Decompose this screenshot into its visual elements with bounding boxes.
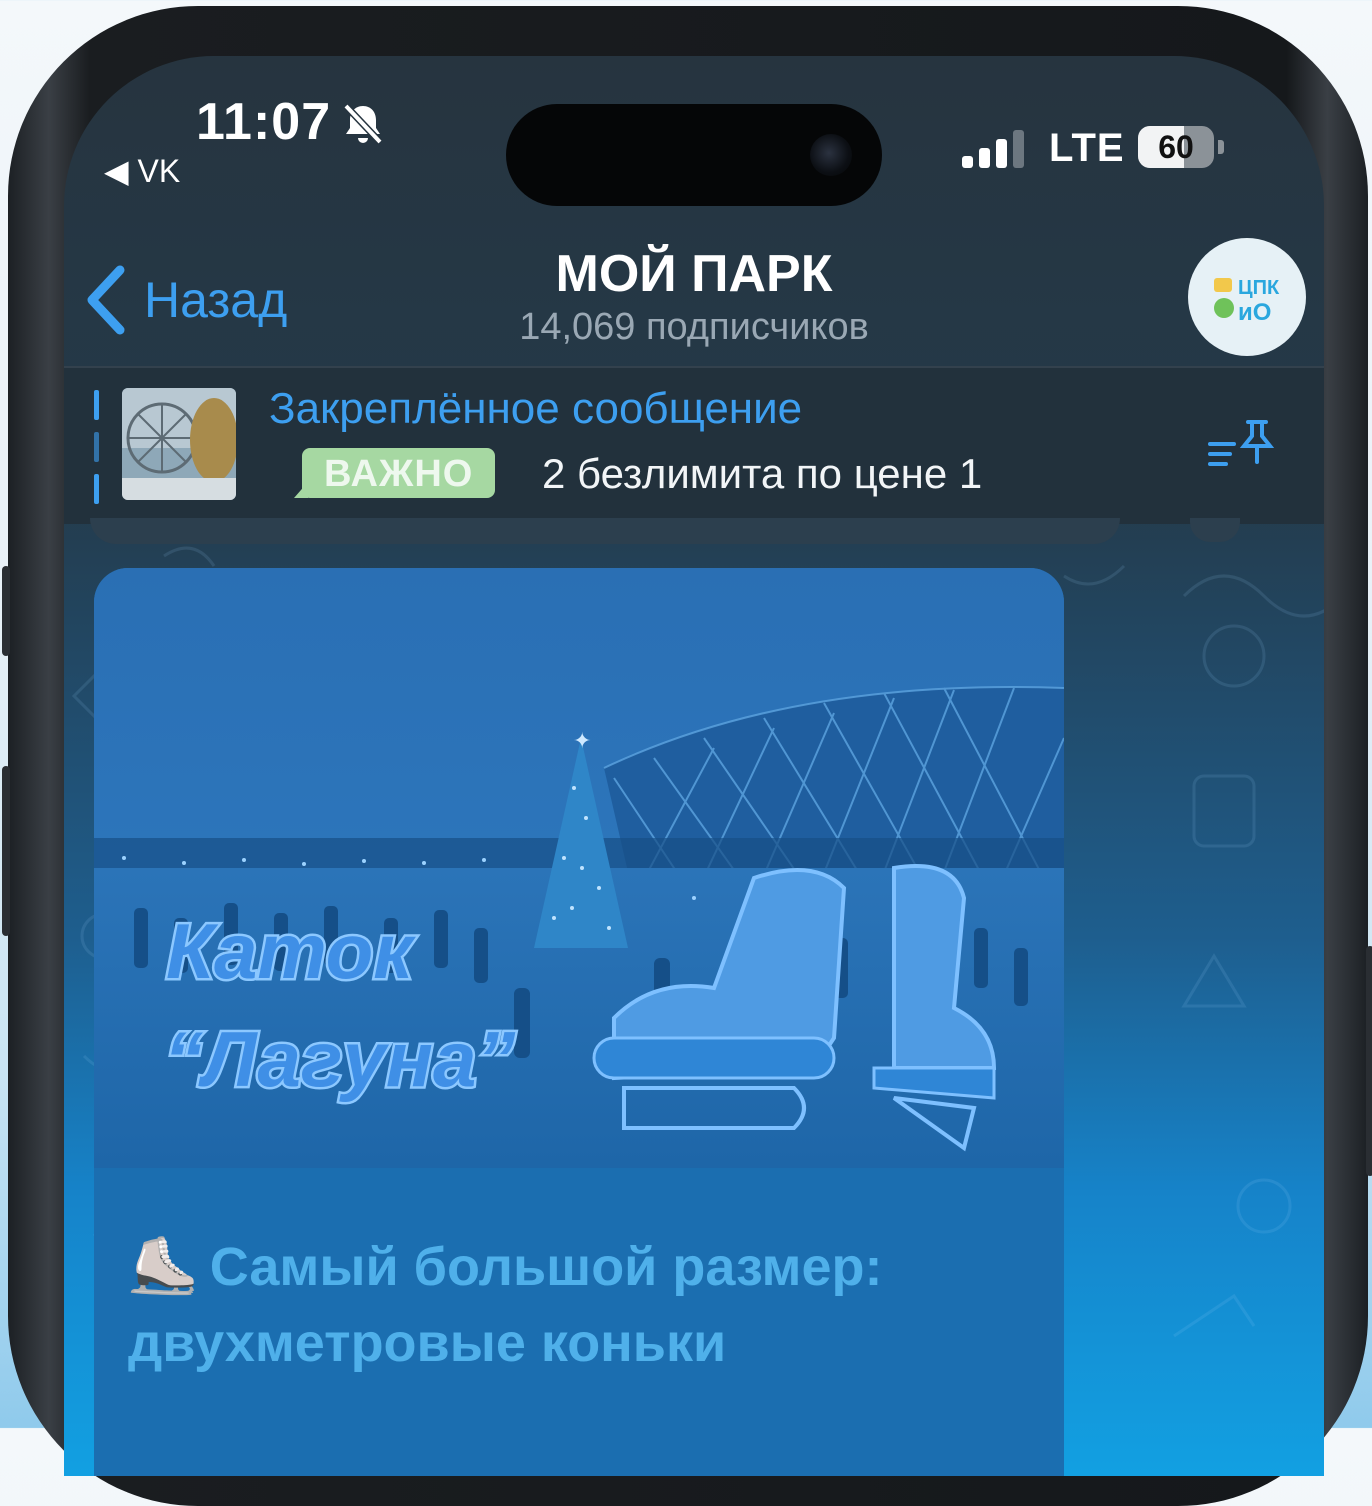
telegram-screen: 11:07 ◀ VK LTE 60 Назад МОЙ ПАРК 14,069 … (64, 56, 1324, 1476)
logo-text-1: ЦПК (1238, 277, 1280, 299)
pinned-thumbnail (122, 388, 236, 500)
battery-percent: 60 (1158, 129, 1194, 165)
battery-tip (1218, 140, 1224, 154)
back-to-app-link[interactable]: ◀ VK (104, 152, 180, 190)
status-bar: 11:07 ◀ VK LTE 60 (64, 56, 1324, 206)
pinned-text: 2 безлимита по цене 1 (542, 450, 983, 497)
bell-slash-icon (340, 100, 386, 151)
battery-icon: 60 (1138, 126, 1214, 168)
post-caption: ⛸️ Самый большой размер: двухметровые кон… (128, 1228, 1028, 1381)
chat-header: Назад МОЙ ПАРК 14,069 подписчиков ЦПК иО (64, 236, 1324, 366)
pinned-title: Закреплённое сообщение (269, 384, 803, 433)
camera-lens (810, 134, 852, 176)
post-image[interactable]: ✦ Каток “Лагуна” (94, 568, 1064, 1168)
clock: 11:07 (196, 93, 332, 151)
cellular-signal-icon (962, 128, 1028, 175)
phone-side-button (2, 566, 10, 656)
phone-power-button (1366, 946, 1372, 1176)
dynamic-island (506, 104, 882, 206)
phone-side-button (2, 766, 10, 936)
phone-frame: 11:07 ◀ VK LTE 60 Назад МОЙ ПАРК 14,069 … (2, 6, 1372, 1506)
caption-text-1: Самый большой размер: (209, 1237, 883, 1297)
channel-post[interactable]: ✦ Каток “Лагуна” ⛸️ Самый большой размер… (94, 568, 1064, 1476)
subscriber-count: 14,069 подписчиков (519, 306, 869, 348)
image-title-line1: Каток (166, 907, 416, 995)
previous-message-bubble (90, 518, 1120, 544)
pinned-badge: ВАЖНО (293, 448, 496, 498)
pinned-list-icon[interactable] (1208, 418, 1276, 479)
ice-skate-icon: ⛸️ (128, 1234, 198, 1297)
pinned-message-bar[interactable]: Закреплённое сообщение ВАЖНО 2 безлимита… (64, 368, 1324, 524)
network-type: LTE (1049, 126, 1125, 170)
channel-logo: ЦПК иО (1214, 277, 1280, 326)
pinned-indicator (94, 390, 99, 504)
image-title-line2: “Лагуна” (164, 1015, 515, 1103)
channel-title[interactable]: МОЙ ПАРК (64, 244, 1324, 304)
channel-avatar[interactable]: ЦПК иО (1188, 238, 1306, 356)
caption-line-1: ⛸️ Самый большой размер: (128, 1228, 1028, 1305)
tree-star-icon: ✦ (573, 729, 591, 754)
logo-text-2: иО (1238, 299, 1271, 326)
caption-line-2: двухметровые коньки (128, 1313, 727, 1373)
